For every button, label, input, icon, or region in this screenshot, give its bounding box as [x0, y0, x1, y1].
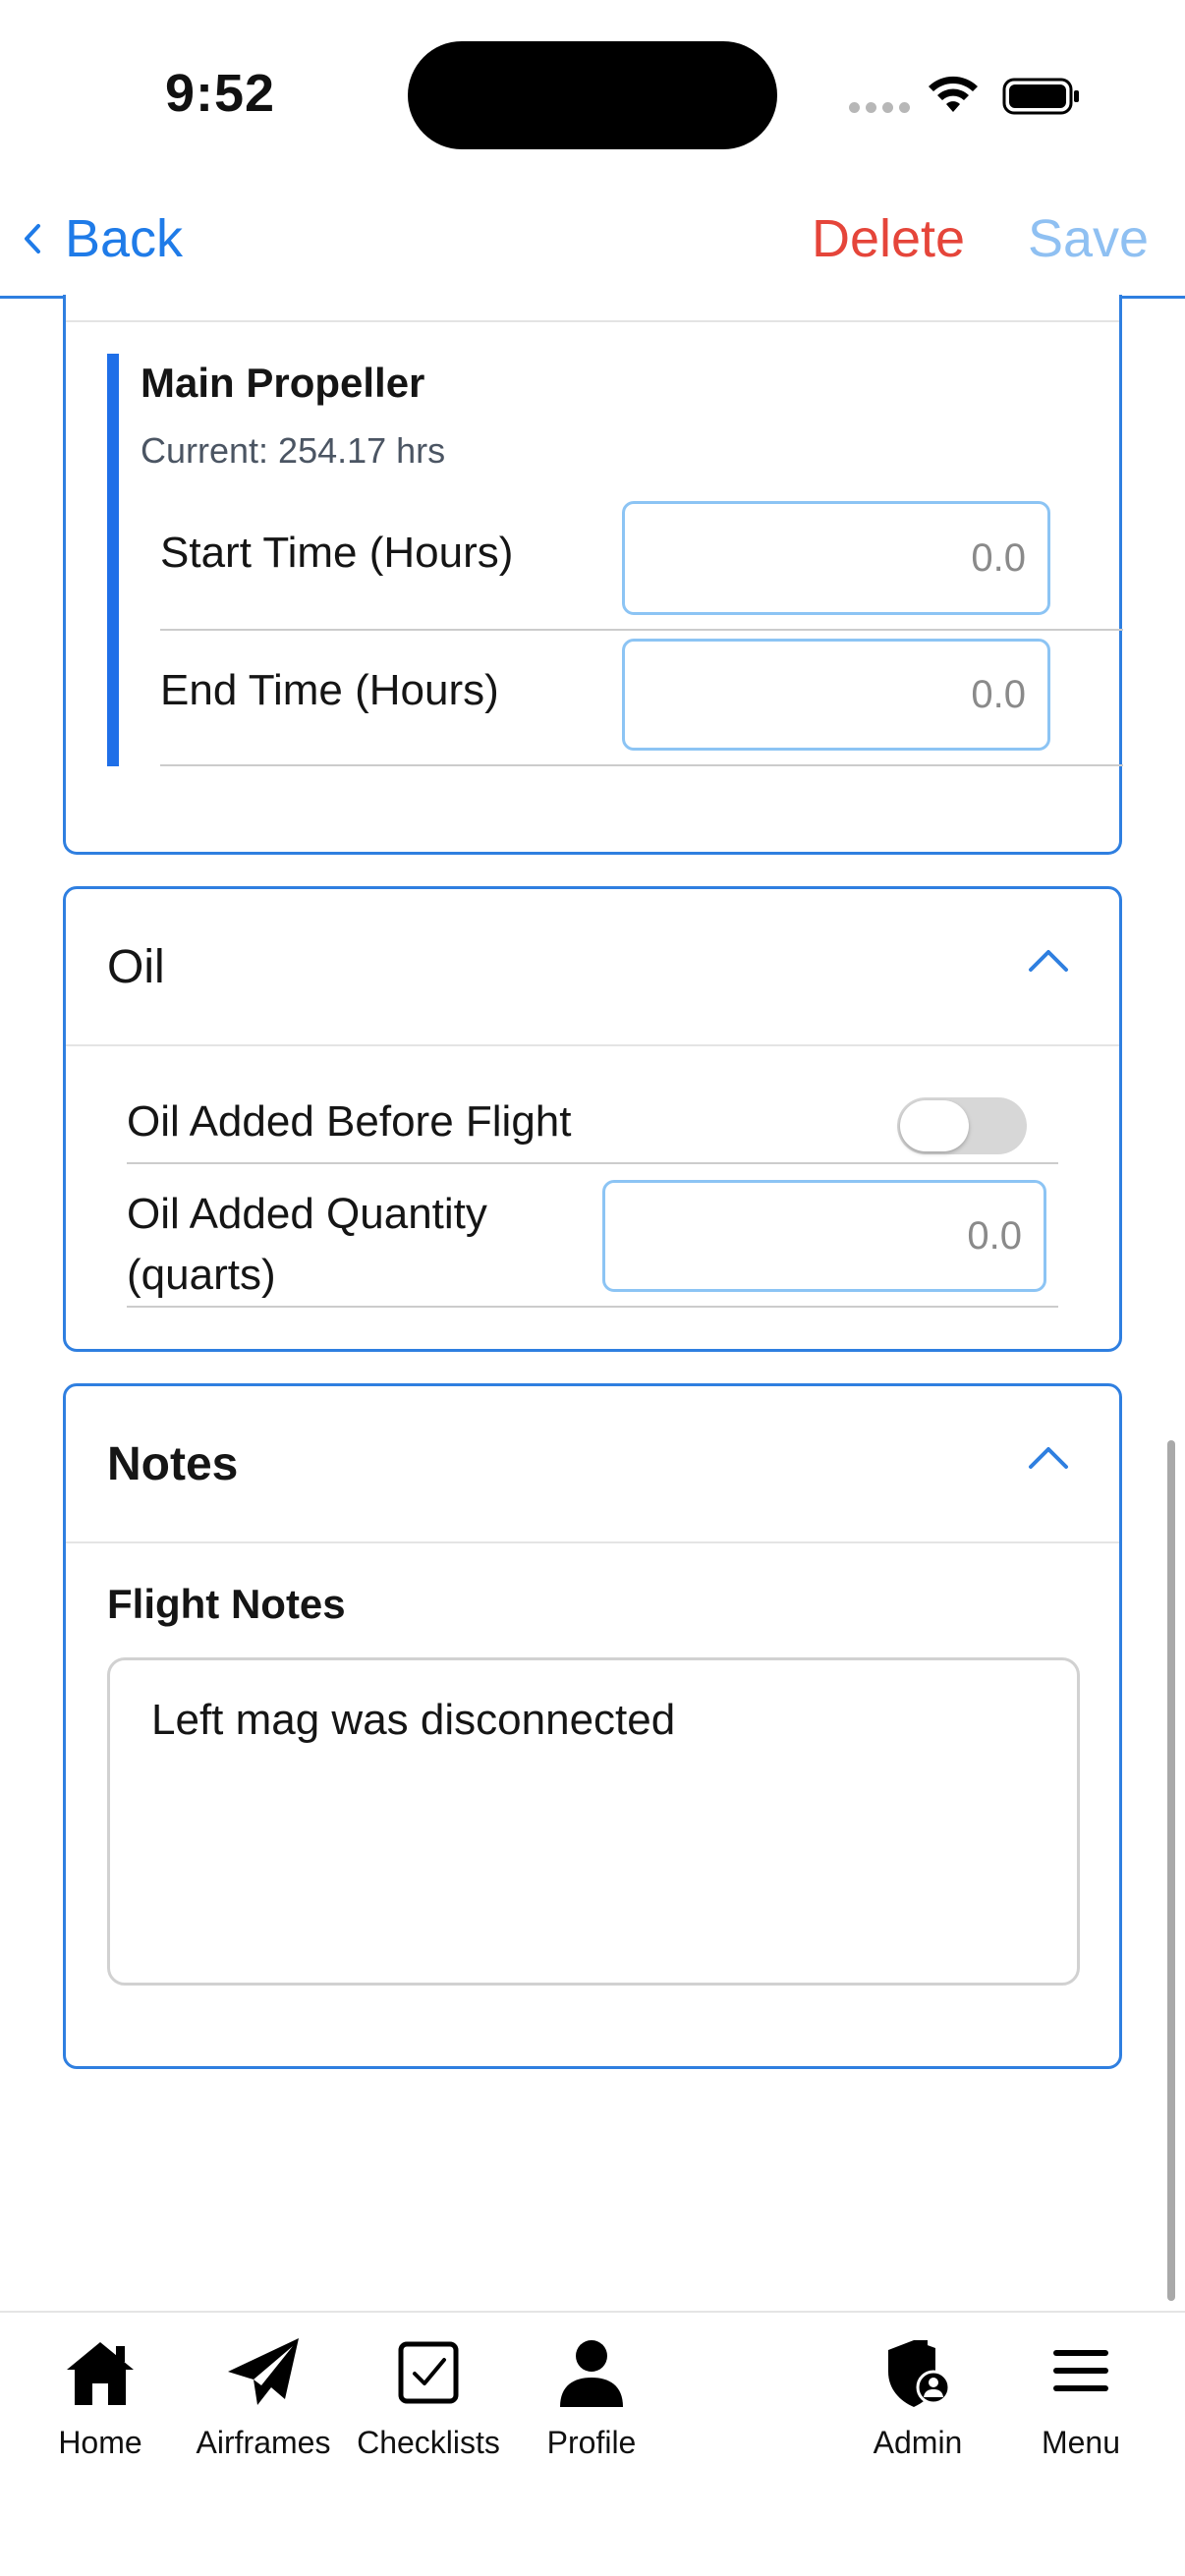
divider [66, 320, 1119, 322]
oil-card: Oil Oil Added Before Flight Oil Added Qu… [63, 886, 1122, 1352]
tab-label: Home [58, 2425, 142, 2460]
hamburger-menu-icon [1053, 2350, 1108, 2391]
propeller-title: Main Propeller [141, 360, 425, 406]
shield-user-icon [888, 2340, 951, 2407]
end-time-label: End Time (Hours) [160, 666, 499, 714]
oil-quantity-label: Oil Added Quantity (quarts) [127, 1184, 487, 1306]
oil-title: Oil [107, 941, 165, 993]
start-time-label: Start Time (Hours) [160, 529, 514, 577]
tab-menu[interactable]: Menu [992, 2334, 1169, 2461]
tab-label: Checklists [357, 2425, 500, 2460]
start-time-input[interactable]: 0.0 [622, 501, 1050, 615]
end-time-row: End Time (Hours) 0.0 [160, 637, 1123, 774]
tab-label: Airframes [196, 2425, 331, 2460]
oil-quantity-input[interactable]: 0.0 [602, 1180, 1046, 1292]
oil-added-label: Oil Added Before Flight [127, 1097, 572, 1146]
person-icon [560, 2340, 623, 2407]
tab-label: Admin [873, 2425, 963, 2460]
end-time-input[interactable]: 0.0 [622, 639, 1050, 751]
tab-label: Profile [546, 2425, 637, 2460]
tab-admin[interactable]: Admin [829, 2334, 1006, 2461]
notes-card: Notes Flight Notes Left mag was disconne… [63, 1383, 1122, 2069]
row-divider [127, 1162, 1058, 1164]
tab-airframes[interactable]: Airframes [175, 2334, 352, 2461]
scrollbar-thumb[interactable] [1167, 1440, 1175, 2301]
tab-home[interactable]: Home [12, 2334, 189, 2461]
back-button[interactable]: Back [22, 208, 183, 269]
flight-notes-label: Flight Notes [107, 1581, 346, 1627]
home-icon [67, 2342, 134, 2405]
wifi-icon [929, 76, 978, 112]
dynamic-island [408, 41, 777, 149]
cellular-signal-icon [849, 102, 910, 113]
tab-profile[interactable]: Profile [503, 2334, 680, 2461]
oil-quantity-label-line1: Oil Added Quantity [127, 1190, 487, 1238]
status-bar: 9:52 [0, 0, 1185, 187]
back-label: Back [65, 209, 184, 268]
propeller-accent-bar [107, 354, 119, 766]
chevron-up-icon[interactable] [1027, 1443, 1070, 1471]
start-time-row: Start Time (Hours) 0.0 [160, 501, 1123, 639]
flight-notes-textarea[interactable]: Left mag was disconnected [107, 1657, 1080, 1986]
row-divider [127, 1306, 1058, 1308]
delete-button[interactable]: Delete [812, 208, 965, 269]
propeller-card: Main Propeller Current: 254.17 hrs Start… [63, 295, 1123, 855]
notes-card-header[interactable]: Notes [66, 1386, 1119, 1543]
save-button[interactable]: Save [1028, 208, 1149, 269]
oil-quantity-label-line2: (quarts) [127, 1251, 276, 1299]
tab-checklists[interactable]: Checklists [340, 2334, 517, 2461]
chevron-up-icon[interactable] [1027, 946, 1070, 974]
paper-plane-icon [228, 2338, 299, 2405]
tab-label: Menu [1041, 2425, 1121, 2460]
status-time: 9:52 [165, 64, 276, 123]
notes-title: Notes [107, 1438, 239, 1490]
toggle-knob [900, 1100, 969, 1151]
battery-icon [1002, 78, 1079, 115]
row-divider [160, 764, 1123, 766]
row-divider [160, 629, 1123, 631]
checkbox-icon [398, 2341, 459, 2404]
oil-quantity-row: Oil Added Quantity (quarts) 0.0 [127, 1180, 1058, 1337]
chevron-left-icon [25, 224, 40, 253]
tab-bar: Home Airframes Checklists Profile Admin [0, 2311, 1185, 2576]
oil-added-toggle[interactable] [897, 1097, 1027, 1154]
navigation-bar: Back Delete Save [0, 187, 1185, 299]
propeller-current-hours: Current: 254.17 hrs [141, 430, 446, 471]
oil-card-header[interactable]: Oil [66, 889, 1119, 1046]
